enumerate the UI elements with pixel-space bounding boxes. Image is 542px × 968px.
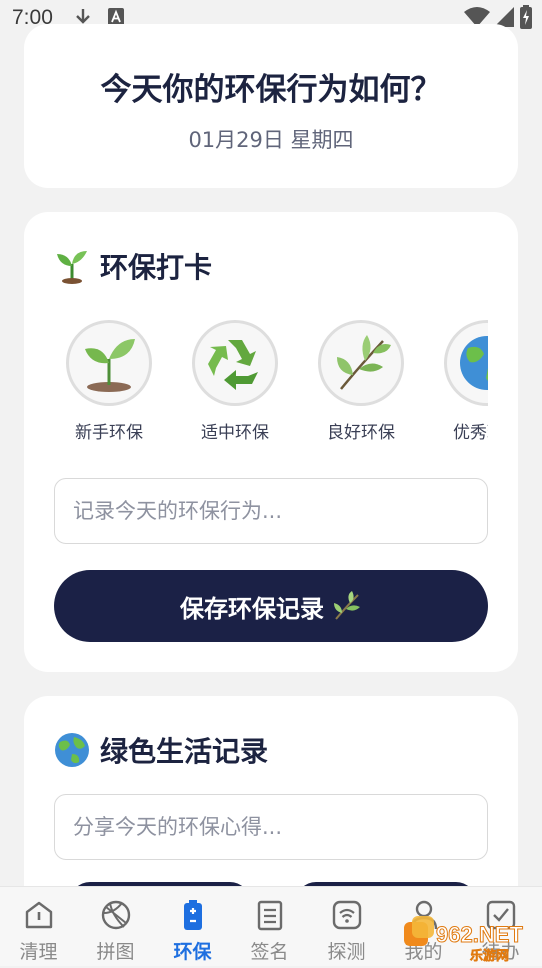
date-label: 01月29日 星期四 — [188, 128, 354, 152]
checkin-title: 环保打卡 — [54, 246, 212, 286]
save-record-label: 保存环保记录 — [180, 594, 324, 623]
level-selector: 新手环保 适中环保 良好环保 优秀 — [54, 320, 488, 450]
level-option-novice[interactable]: 新手环保 — [54, 320, 164, 443]
save-record-button[interactable]: 保存环保记录 — [54, 570, 488, 642]
eco-action-input[interactable] — [55, 479, 487, 543]
greeting-card: 今天你的环保行为如何？ 01月29日 星期四 — [24, 24, 518, 188]
checkin-title-text: 环保打卡 — [100, 251, 213, 284]
nav-label: 拼图 — [96, 941, 135, 963]
level-option-moderate[interactable]: 适中环保 — [180, 320, 290, 443]
battery-charging-icon — [520, 5, 532, 29]
globe-icon — [55, 733, 89, 767]
document-icon — [257, 900, 283, 931]
eco-action-field[interactable] — [54, 478, 488, 544]
level-option-good[interactable]: 良好环保 — [306, 320, 416, 443]
nav-item-eco[interactable]: 环保 — [154, 887, 231, 966]
level-label: 良好环保 — [327, 423, 395, 443]
watermark-graphic: 962.NET 乐游网 — [404, 916, 524, 964]
eco-thoughts-input[interactable] — [55, 795, 487, 859]
globe-icon — [460, 336, 488, 390]
herb-icon — [334, 591, 360, 620]
page-title: 今天你的环保行为如何？ — [100, 72, 442, 108]
green-life-title-text: 绿色生活记录 — [100, 735, 269, 768]
nav-label: 环保 — [173, 941, 212, 963]
svg-text:962.NET: 962.NET — [436, 922, 523, 947]
seedling-icon — [57, 251, 87, 284]
puzzle-ball-icon — [101, 900, 131, 930]
nav-label: 签名 — [250, 941, 289, 963]
cleanup-icon — [25, 901, 53, 929]
green-life-title: 绿色生活记录 — [54, 730, 268, 770]
eco-checkin-card: 环保打卡 新手环保 适中环保 良好环保 优秀 记录今天的环保行为... 保存环保… — [24, 212, 518, 672]
nav-label: 清理 — [19, 941, 58, 963]
nav-item-cleanup[interactable]: 清理 — [0, 887, 77, 966]
recycle-icon — [208, 340, 258, 390]
eco-thoughts-field[interactable] — [54, 794, 488, 860]
nav-item-signature[interactable]: 签名 — [231, 887, 308, 966]
level-label: 新手环保 — [75, 423, 143, 443]
level-option-excellent[interactable]: 优秀环保 — [432, 320, 488, 443]
nav-item-detect[interactable]: 探测 — [308, 887, 385, 966]
sprout-icon — [85, 339, 135, 392]
wifi-icon — [332, 900, 362, 930]
svg-text:乐游网: 乐游网 — [470, 948, 509, 964]
battery-icon — [184, 900, 202, 930]
leaves-icon — [337, 335, 391, 390]
nav-label: 探测 — [327, 941, 366, 963]
watermark-logo: 962.NET 乐游网 — [400, 912, 540, 964]
level-label: 适中环保 — [201, 423, 269, 443]
level-label: 优秀环保 — [453, 423, 488, 443]
nav-item-puzzle[interactable]: 拼图 — [77, 887, 154, 966]
